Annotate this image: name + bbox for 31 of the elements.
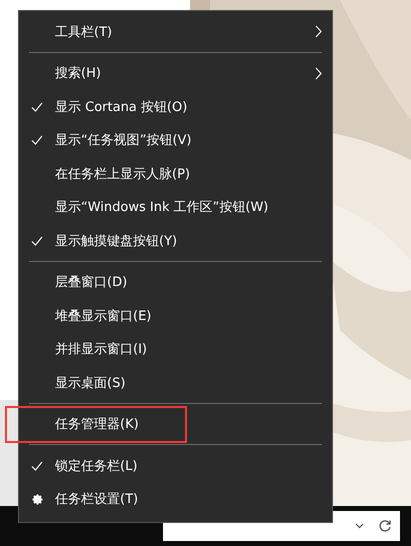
menu-item[interactable]: 堆叠显示窗口(E) [19, 299, 332, 332]
menu-item-label: 显示桌面(S) [55, 374, 126, 392]
menu-item-label: 显示“任务视图”按钮(V) [55, 132, 193, 150]
menu-item[interactable]: 搜索(H) [19, 56, 332, 90]
menu-item[interactable]: 显示桌面(S) [19, 366, 332, 400]
menu-item-label: 并排显示窗口(I) [55, 341, 148, 358]
menu-item-label: 在任务栏上显示人脉(P) [55, 166, 191, 183]
caret-down-icon[interactable] [355, 523, 364, 529]
menu-item-label: 任务管理器(K) [55, 416, 140, 434]
menu-item[interactable]: 任务栏设置(T) [19, 482, 332, 516]
menu-item[interactable]: 显示 Cortana 按钮(O) [19, 90, 332, 124]
menu-item-label: 搜索(H) [55, 65, 102, 82]
menu-item[interactable]: 工具栏(T) [19, 15, 332, 48]
menu-item-label: 层叠窗口(D) [55, 274, 128, 292]
menu-item-label: 显示 Cortana 按钮(O) [55, 98, 188, 116]
menu-item[interactable]: 锁定任务栏(L) [19, 449, 332, 482]
settings-icon [30, 492, 44, 506]
menu-item-label: 堆叠显示窗口(E) [55, 308, 152, 325]
menu-item[interactable]: 显示“任务视图”按钮(V) [19, 124, 332, 157]
refresh-icon[interactable] [378, 519, 392, 533]
menu-item-label: 锁定任务栏(L) [55, 458, 138, 475]
menu-item[interactable]: 并排显示窗口(I) [19, 332, 332, 366]
menu-item-label: 任务栏设置(T) [55, 491, 140, 508]
menu-item[interactable]: 任务管理器(K) [7, 408, 185, 441]
menu-item-label: 工具栏(T) [55, 24, 114, 41]
menu-item[interactable]: 显示触摸键盘按钮(Y) [19, 224, 332, 258]
menu-item[interactable]: 层叠窗口(D) [19, 266, 332, 299]
menu-item-label: 显示“Windows Ink 工作区”按钮(W) [55, 199, 270, 216]
menu-item-label: 显示触摸键盘按钮(Y) [55, 232, 178, 250]
menu-item[interactable]: 显示“Windows Ink 工作区”按钮(W) [19, 190, 332, 224]
menu-item[interactable]: 在任务栏上显示人脉(P) [19, 157, 332, 190]
